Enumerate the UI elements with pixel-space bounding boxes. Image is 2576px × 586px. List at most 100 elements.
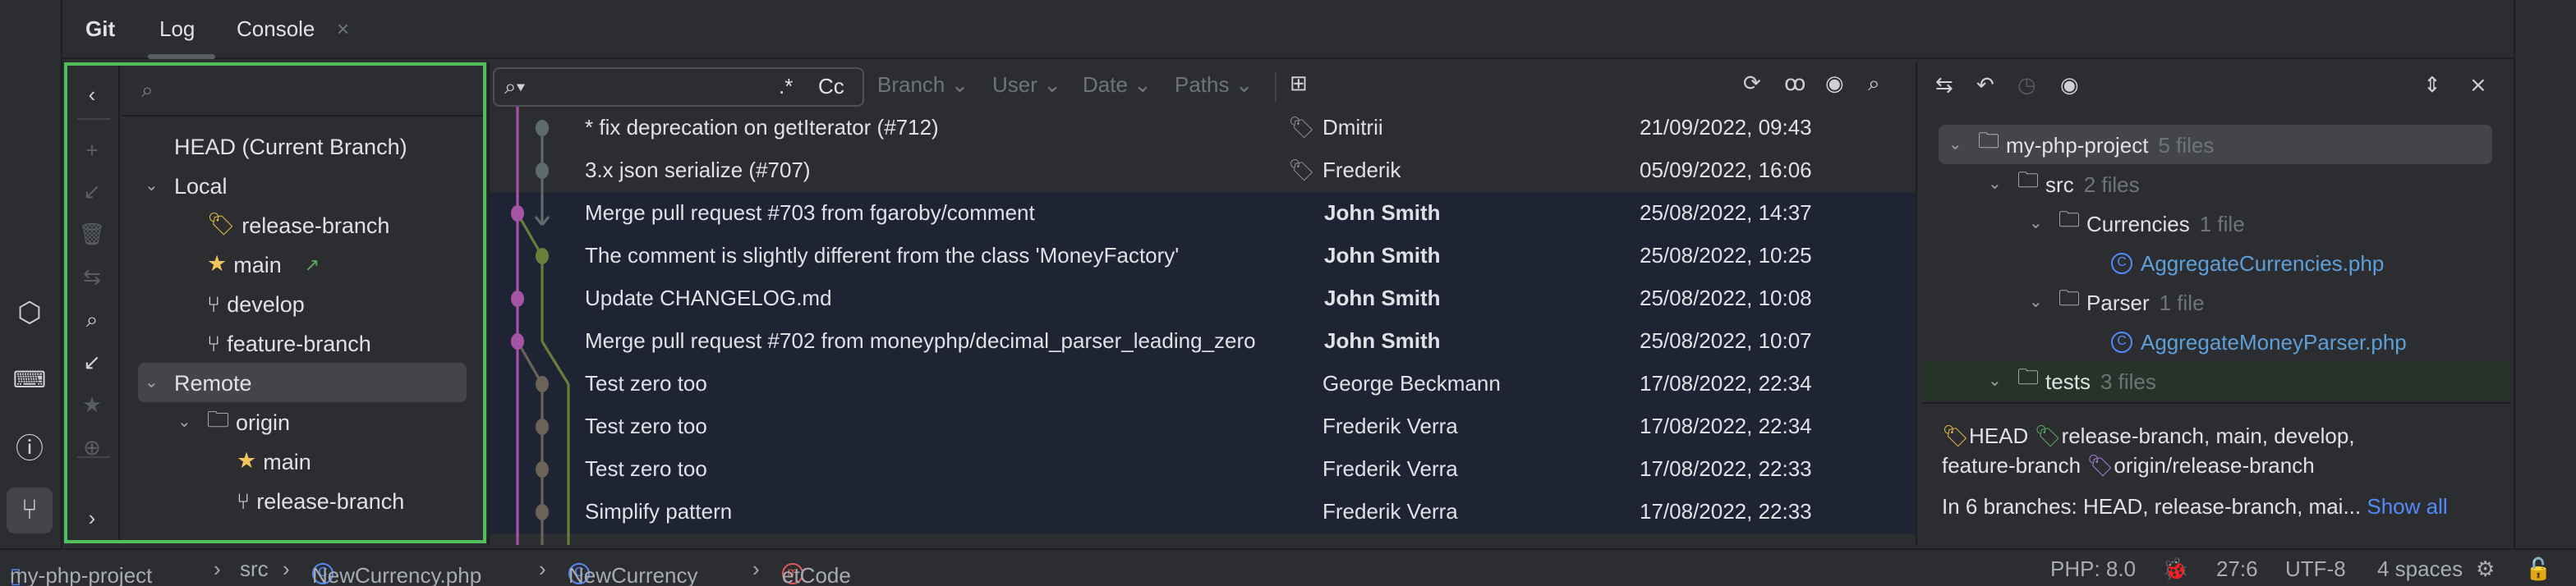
remote-origin[interactable]: ⌄ 🗀 origin: [177, 404, 290, 440]
tree-folder-currencies[interactable]: ⌄ 🗀 Currencies 1 file: [2029, 204, 2245, 243]
tree-folder-tests[interactable]: ⌄ 🗀 tests 3 files: [1922, 361, 2510, 401]
commit-row[interactable]: Test zero too Frederik Verra 17/08/2022, 2…: [490, 405, 1916, 448]
update-icon[interactable]: ↙: [77, 177, 107, 207]
new-branch-icon[interactable]: +: [77, 135, 107, 164]
search-icon[interactable]: ⌕: [1868, 71, 1880, 97]
commit-node[interactable]: [536, 163, 549, 179]
remote-branch-main[interactable]: ★ main: [237, 443, 311, 479]
tree-folder-parser[interactable]: ⌄ 🗀 Parser 1 file: [2029, 282, 2205, 322]
branch-feature-branch[interactable]: ⑂ feature-branch: [207, 325, 371, 361]
tag-icon: 🏷: [1942, 423, 1970, 448]
tree-file[interactable]: C AggregateCurrencies.php: [2111, 243, 2384, 282]
commit-search-field[interactable]: ⌕▾ .* Cc: [493, 67, 864, 107]
match-case-toggle[interactable]: Cc: [818, 74, 844, 98]
indent-setting[interactable]: 4 spaces: [2377, 556, 2463, 581]
tree-folder-src[interactable]: ⌄ 🗀 src 2 files: [1988, 164, 2140, 204]
tree-root[interactable]: ⌄ 🗀 my-php-project 5 files: [1939, 125, 2492, 164]
view-options-icon[interactable]: ◉: [1825, 71, 1844, 97]
file-count: 3 files: [2100, 369, 2156, 393]
commit-row[interactable]: Update CHANGELOG.md John Smith 25/08/2022,…: [490, 277, 1916, 320]
tool-window-title: Git: [85, 16, 116, 41]
commit-row[interactable]: Merge pull request #702 from moneyphp/de…: [490, 320, 1916, 363]
remote-branch-release-branch[interactable]: ⑂ release-branch: [237, 483, 404, 519]
commit-author: Frederik: [1322, 158, 1401, 182]
revert-icon[interactable]: ↶: [1976, 72, 1994, 98]
group-remote[interactable]: ⌄ Remote: [138, 363, 467, 402]
commit-node[interactable]: [511, 205, 524, 222]
compare-icon[interactable]: ⇆: [77, 263, 107, 292]
tab-log[interactable]: Log: [159, 16, 195, 41]
debug-icon[interactable]: 🐞: [2162, 556, 2188, 583]
locate-icon[interactable]: ⊕: [77, 433, 107, 463]
close-tab-icon[interactable]: ×: [337, 16, 349, 41]
branch-release-branch[interactable]: 🏷 release-branch: [207, 207, 389, 243]
outgoing-arrow-icon: ↗: [304, 255, 320, 275]
branch-head[interactable]: HEAD (Current Branch): [174, 128, 407, 164]
commit-row[interactable]: Simplify pattern Frederik Verra 17/08/2022…: [490, 491, 1916, 533]
branch-label: main: [233, 252, 282, 277]
git-branch-icon[interactable]: ⑂: [7, 488, 53, 533]
show-all-link[interactable]: Show all: [2367, 494, 2447, 519]
commit-node[interactable]: [536, 376, 549, 392]
terminal-icon[interactable]: ⌨: [7, 356, 53, 402]
commit-row[interactable]: The comment is slightly different from t…: [490, 235, 1916, 277]
filter-branch[interactable]: Branch ⌄: [877, 72, 968, 98]
history-icon[interactable]: ◷: [2017, 72, 2036, 98]
tree-file[interactable]: C AggregateMoneyParser.php: [2111, 322, 2407, 361]
regex-toggle[interactable]: .*: [779, 74, 793, 98]
folder-label: Parser: [2086, 290, 2150, 314]
expand-panel-icon[interactable]: ›: [77, 502, 107, 532]
problems-icon[interactable]: ⓘ: [7, 422, 53, 468]
search-history-icon: ⌕▾: [504, 74, 526, 98]
caret-position[interactable]: 27:6: [2216, 556, 2258, 581]
commit-node[interactable]: [536, 504, 549, 520]
commit-node[interactable]: [511, 291, 524, 307]
branch-main[interactable]: ★ main ↗: [207, 246, 320, 282]
favorite-star-icon[interactable]: ★: [77, 391, 107, 420]
commit-node[interactable]: [536, 248, 549, 264]
new-tab-icon[interactable]: ⊞: [1290, 71, 1308, 97]
group-label: Local: [174, 173, 228, 198]
folder-icon: 🗀: [2058, 207, 2081, 231]
branch-search-field[interactable]: ⌕: [122, 66, 483, 117]
view-options-icon[interactable]: ◉: [2060, 72, 2079, 98]
filter-date[interactable]: Date ⌄: [1083, 72, 1152, 98]
commit-row[interactable]: * fix deprecation on getIterator (#712) 🏷…: [490, 107, 1916, 149]
commit-row[interactable]: Merge pull request #703 from fgaroby/com…: [490, 192, 1916, 235]
commit-row[interactable]: Test zero too Frederik Verra 17/08/2022, 2…: [490, 448, 1916, 491]
tag-icon: 🏷: [1288, 115, 1316, 140]
commit-author: John Smith: [1324, 243, 1441, 268]
run-services-icon[interactable]: ⬡: [7, 291, 53, 336]
breadcrumb-src[interactable]: src: [240, 556, 269, 581]
commit-row[interactable]: Test zero too George Beckmann 17/08/2022, …: [490, 363, 1916, 405]
commit-node[interactable]: [536, 461, 549, 478]
delete-icon[interactable]: 🗑: [77, 220, 107, 250]
refresh-icon[interactable]: ⟳: [1743, 71, 1761, 97]
group-local[interactable]: ⌄ Local: [145, 167, 228, 204]
file-settings-icon[interactable]: ⚙: [2476, 556, 2495, 583]
commit-row[interactable]: 3.x json serialize (#707) 🏷 Frederik 05/09/…: [490, 149, 1916, 192]
commit-node[interactable]: [511, 333, 524, 350]
expand-all-icon[interactable]: ⇕: [2423, 72, 2441, 98]
filter-user[interactable]: User ⌄: [992, 72, 1061, 98]
collapse-panel-icon[interactable]: ‹: [77, 79, 107, 108]
file-encoding[interactable]: UTF-8: [2285, 556, 2346, 581]
collapse-all-icon[interactable]: ⨯: [2469, 72, 2487, 98]
fetch-icon[interactable]: ↙: [77, 348, 107, 378]
folder-label: Currencies: [2086, 211, 2190, 236]
commit-node[interactable]: [536, 419, 549, 435]
unlock-icon[interactable]: 🔓: [2525, 556, 2551, 583]
local-tag-icon: 🏷: [2034, 423, 2062, 448]
tab-console[interactable]: Console: [237, 16, 315, 41]
branch-develop[interactable]: ⑂ develop: [207, 286, 305, 322]
commit-node[interactable]: [536, 120, 549, 136]
php-version[interactable]: PHP: 8.0: [2050, 556, 2136, 581]
compare-icon[interactable]: ⇆: [1935, 72, 1953, 98]
branch-label: main: [263, 449, 311, 474]
cherry-pick-icon[interactable]: ꝏ: [1784, 71, 1806, 97]
ref-local: feature-branch: [1942, 453, 2082, 478]
commit-author: Dmitrii: [1322, 115, 1383, 140]
search-icon[interactable]: ⌕: [77, 305, 107, 335]
filter-paths[interactable]: Paths ⌄: [1175, 72, 1254, 98]
crumb-label: NewCurrency: [568, 563, 698, 586]
